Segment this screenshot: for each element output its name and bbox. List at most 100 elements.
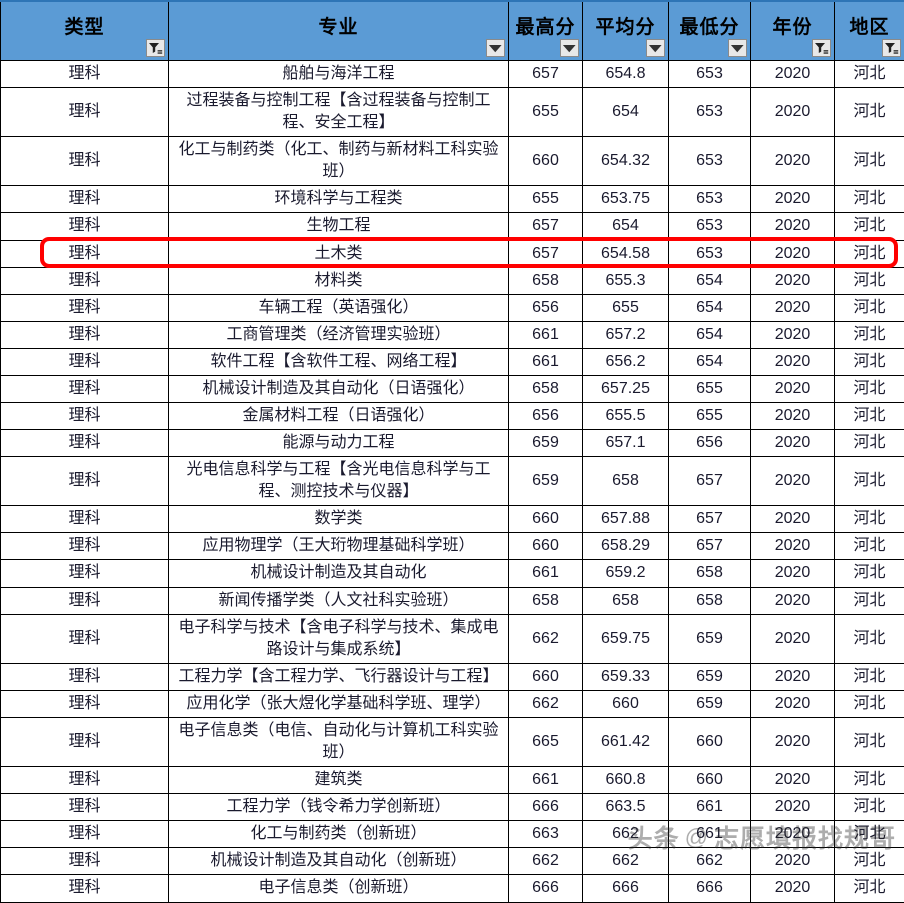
cell-max: 663	[509, 821, 583, 848]
filter-dropdown-button-major[interactable]	[486, 39, 505, 57]
cell-avg: 657.1	[583, 430, 669, 457]
funnel-filter-icon-glyph	[814, 42, 829, 55]
cell-min: 659	[669, 663, 751, 690]
cell-region: 河北	[835, 717, 904, 766]
cell-min: 655	[669, 375, 751, 402]
cell-avg: 662	[583, 821, 669, 848]
cell-min: 653	[669, 61, 751, 88]
cell-type: 理科	[1, 267, 169, 294]
cell-min: 659	[669, 690, 751, 717]
cell-avg: 659.33	[583, 663, 669, 690]
column-header-type[interactable]: 类型	[1, 1, 169, 61]
table-row[interactable]: 理科电子信息类（创新班）6666666662020河北	[1, 875, 904, 902]
cell-max: 660	[509, 137, 583, 186]
filter-dropdown-button-avg[interactable]	[646, 39, 665, 57]
cell-min: 655	[669, 403, 751, 430]
cell-avg: 657.88	[583, 506, 669, 533]
column-header-avg[interactable]: 平均分	[583, 1, 669, 61]
cell-major: 机械设计制造及其自动化（创新班）	[169, 848, 509, 875]
table-row[interactable]: 理科电子信息类（电信、自动化与计算机工科实验班）665661.426602020…	[1, 717, 904, 766]
cell-major: 数学类	[169, 506, 509, 533]
cell-type: 理科	[1, 506, 169, 533]
column-header-major[interactable]: 专业	[169, 1, 509, 61]
table-row[interactable]: 理科金属材料工程（日语强化）656655.56552020河北	[1, 403, 904, 430]
column-header-region[interactable]: 地区	[835, 1, 904, 61]
cell-year: 2020	[751, 587, 835, 614]
cell-region: 河北	[835, 663, 904, 690]
table-row[interactable]: 理科新闻传播学类（人文社科实验班）6586586582020河北	[1, 587, 904, 614]
cell-major: 光电信息科学与工程【含光电信息科学与工程、测控技术与仪器】	[169, 457, 509, 506]
table-row[interactable]: 理科机械设计制造及其自动化661659.26582020河北	[1, 560, 904, 587]
cell-max: 666	[509, 794, 583, 821]
cell-type: 理科	[1, 614, 169, 663]
cell-max: 657	[509, 61, 583, 88]
table-row[interactable]: 理科土木类657654.586532020河北	[1, 240, 904, 267]
table-row[interactable]: 理科应用物理学（王大珩物理基础科学班）660658.296572020河北	[1, 533, 904, 560]
cell-major: 新闻传播学类（人文社科实验班）	[169, 587, 509, 614]
table-row[interactable]: 理科光电信息科学与工程【含光电信息科学与工程、测控技术与仪器】659658657…	[1, 457, 904, 506]
table-row[interactable]: 理科机械设计制造及其自动化（创新班）6626626622020河北	[1, 848, 904, 875]
table-row[interactable]: 理科工商管理类（经济管理实验班）661657.26542020河北	[1, 321, 904, 348]
table-row[interactable]: 理科工程力学【含工程力学、飞行器设计与工程】660659.336592020河北	[1, 663, 904, 690]
column-header-label-type: 类型	[1, 2, 168, 60]
cell-min: 653	[669, 213, 751, 240]
cell-major: 软件工程【含软件工程、网络工程】	[169, 348, 509, 375]
cell-region: 河北	[835, 430, 904, 457]
filter-active-button-type[interactable]	[146, 39, 165, 57]
cell-type: 理科	[1, 137, 169, 186]
cell-min: 658	[669, 560, 751, 587]
table-row[interactable]: 理科环境科学与工程类655653.756532020河北	[1, 186, 904, 213]
table-row[interactable]: 理科生物工程6576546532020河北	[1, 213, 904, 240]
cell-region: 河北	[835, 294, 904, 321]
cell-avg: 658	[583, 587, 669, 614]
table-row[interactable]: 理科数学类660657.886572020河北	[1, 506, 904, 533]
cell-max: 661	[509, 321, 583, 348]
cell-year: 2020	[751, 717, 835, 766]
cell-major: 车辆工程（英语强化）	[169, 294, 509, 321]
cell-year: 2020	[751, 88, 835, 137]
table-row[interactable]: 理科机械设计制造及其自动化（日语强化）658657.256552020河北	[1, 375, 904, 402]
cell-type: 理科	[1, 587, 169, 614]
cell-region: 河北	[835, 767, 904, 794]
table-row[interactable]: 理科船舶与海洋工程657654.86532020河北	[1, 61, 904, 88]
table-row[interactable]: 理科材料类658655.36542020河北	[1, 267, 904, 294]
cell-min: 666	[669, 875, 751, 902]
cell-avg: 654.8	[583, 61, 669, 88]
cell-region: 河北	[835, 240, 904, 267]
table-row[interactable]: 理科应用化学（张大煜化学基础科学班、理学）6626606592020河北	[1, 690, 904, 717]
table-row[interactable]: 理科能源与动力工程659657.16562020河北	[1, 430, 904, 457]
table-row[interactable]: 理科车辆工程（英语强化）6566556542020河北	[1, 294, 904, 321]
table-row[interactable]: 理科化工与制药类（创新班）6636626612020河北	[1, 821, 904, 848]
cell-year: 2020	[751, 294, 835, 321]
cell-max: 662	[509, 848, 583, 875]
cell-min: 657	[669, 506, 751, 533]
table-row[interactable]: 理科化工与制药类（化工、制药与新材料工科实验班）660654.326532020…	[1, 137, 904, 186]
column-header-min[interactable]: 最低分	[669, 1, 751, 61]
cell-max: 656	[509, 294, 583, 321]
cell-avg: 658.29	[583, 533, 669, 560]
cell-year: 2020	[751, 533, 835, 560]
cell-year: 2020	[751, 137, 835, 186]
cell-region: 河北	[835, 375, 904, 402]
cell-region: 河北	[835, 875, 904, 902]
cell-type: 理科	[1, 821, 169, 848]
table-row[interactable]: 理科电子科学与技术【含电子科学与技术、集成电路设计与集成系统】662659.75…	[1, 614, 904, 663]
cell-max: 661	[509, 348, 583, 375]
filter-active-button-year[interactable]	[812, 39, 831, 57]
filter-dropdown-button-min[interactable]	[728, 39, 747, 57]
cell-year: 2020	[751, 506, 835, 533]
filter-dropdown-button-max[interactable]	[560, 39, 579, 57]
column-header-max[interactable]: 最高分	[509, 1, 583, 61]
filter-active-button-region[interactable]	[882, 39, 901, 57]
table-row[interactable]: 理科工程力学（钱令希力学创新班）666663.56612020河北	[1, 794, 904, 821]
cell-type: 理科	[1, 213, 169, 240]
table-row[interactable]: 理科过程装备与控制工程【含过程装备与控制工程、安全工程】655654653202…	[1, 88, 904, 137]
cell-year: 2020	[751, 690, 835, 717]
cell-avg: 653.75	[583, 186, 669, 213]
table-row[interactable]: 理科建筑类661660.86602020河北	[1, 767, 904, 794]
column-header-year[interactable]: 年份	[751, 1, 835, 61]
cell-avg: 655.5	[583, 403, 669, 430]
table-row[interactable]: 理科软件工程【含软件工程、网络工程】661656.26542020河北	[1, 348, 904, 375]
cell-type: 理科	[1, 375, 169, 402]
cell-year: 2020	[751, 267, 835, 294]
